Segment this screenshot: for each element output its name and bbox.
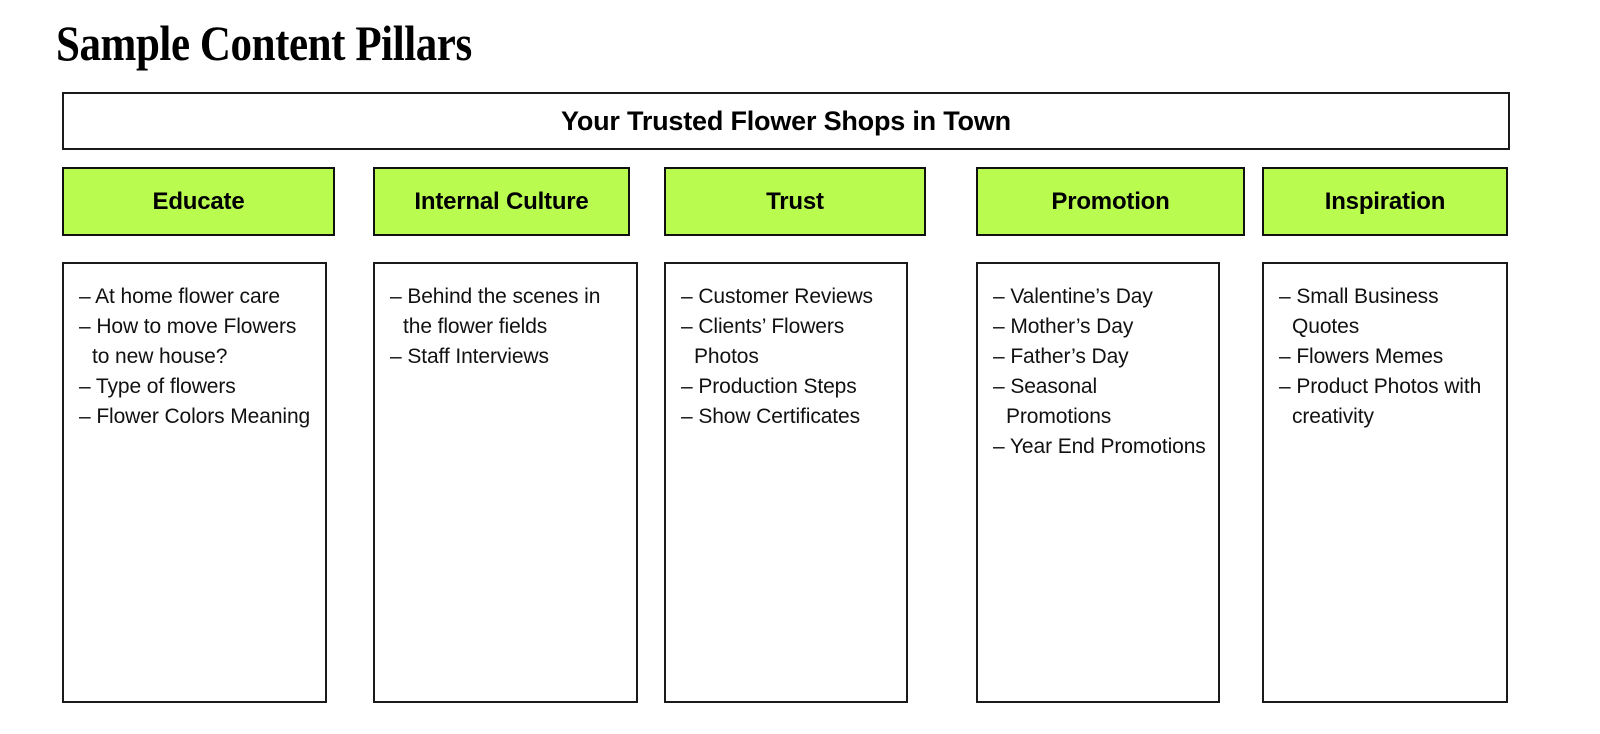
pillar-header-trust[interactable]: Trust	[664, 167, 926, 236]
pillar-header-label: Promotion	[1051, 187, 1170, 215]
pillar-item-list: – At home flower care – How to move Flow…	[79, 282, 315, 432]
pillar-item-list: – Behind the scenes in the flower fields…	[390, 282, 626, 372]
list-item: – Product Photos with creativity	[1279, 375, 1482, 428]
pillar-header-promotion[interactable]: Promotion	[976, 167, 1245, 236]
list-item: – Seasonal Promotions	[993, 375, 1112, 428]
pillar-body-internal-culture: – Behind the scenes in the flower fields…	[373, 262, 638, 703]
pillar-header-label: Trust	[766, 187, 824, 215]
pillar-item-list: – Customer Reviews – Clients’ Flowers Ph…	[681, 282, 896, 432]
pillar-header-educate[interactable]: Educate	[62, 167, 335, 236]
pillar-body-inspiration: – Small Business Quotes – Flowers Memes …	[1262, 262, 1508, 703]
pillar-header-inspiration[interactable]: Inspiration	[1262, 167, 1508, 236]
brand-banner: Your Trusted Flower Shops in Town	[62, 92, 1510, 150]
list-item: – Behind the scenes in the flower fields	[390, 285, 601, 338]
list-item: – Staff Interviews	[390, 345, 549, 368]
list-item: – Clients’ Flowers Photos	[681, 315, 845, 368]
list-item: – Type of flowers	[79, 375, 236, 398]
list-item: – Valentine’s Day	[993, 285, 1153, 308]
pillar-header-label: Educate	[152, 187, 245, 215]
list-item: – Father’s Day	[993, 345, 1129, 368]
pillar-body-trust: – Customer Reviews – Clients’ Flowers Ph…	[664, 262, 908, 703]
list-item: – How to move Flowers to new house?	[79, 315, 297, 368]
list-item: – Production Steps	[681, 375, 857, 398]
pillar-header-label: Inspiration	[1324, 187, 1446, 215]
pillar-body-promotion: – Valentine’s Day – Mother’s Day – Fathe…	[976, 262, 1220, 703]
pillar-item-list: – Small Business Quotes – Flowers Memes …	[1279, 282, 1496, 432]
pillar-item-list: – Valentine’s Day – Mother’s Day – Fathe…	[993, 282, 1208, 462]
list-item: – Flowers Memes	[1279, 345, 1444, 368]
pillar-header-label: Internal Culture	[414, 187, 589, 215]
list-item: – Year End Promotions	[993, 435, 1206, 458]
list-item: – Mother’s Day	[993, 315, 1134, 338]
page-title: Sample Content Pillars	[56, 15, 472, 71]
list-item: – At home flower care	[79, 285, 280, 308]
list-item: – Small Business Quotes	[1279, 285, 1439, 338]
list-item: – Customer Reviews	[681, 285, 873, 308]
content-pillars-canvas: Sample Content Pillars Your Trusted Flow…	[0, 0, 1600, 734]
brand-banner-text: Your Trusted Flower Shops in Town	[561, 105, 1011, 136]
list-item: – Show Certificates	[681, 405, 861, 428]
pillar-header-internal-culture[interactable]: Internal Culture	[373, 167, 630, 236]
pillar-body-educate: – At home flower care – How to move Flow…	[62, 262, 327, 703]
list-item: – Flower Colors Meaning	[79, 405, 311, 428]
